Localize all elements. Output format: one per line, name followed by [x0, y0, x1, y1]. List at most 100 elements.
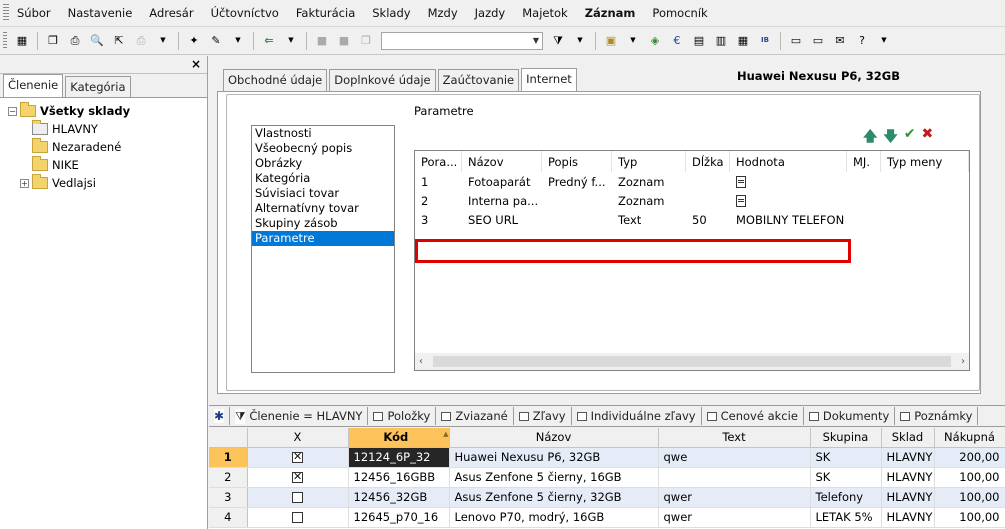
export-icon[interactable]: ⇱ [110, 32, 128, 50]
print-preview-icon[interactable]: 🔍 [88, 32, 106, 50]
col-unit[interactable]: MJ. [847, 151, 881, 172]
checkbox-icon[interactable] [292, 512, 303, 523]
cell-value[interactable] [730, 191, 847, 210]
scroll-left-icon[interactable]: ‹ [415, 356, 427, 367]
cell-skupina[interactable]: Telefony [810, 487, 882, 508]
menu-mzdy[interactable]: Mzdy [428, 6, 458, 20]
tab-polozky[interactable]: Položky [368, 407, 437, 425]
cell-text[interactable] [658, 467, 811, 488]
menu-pomocnik[interactable]: Pomocník [652, 6, 707, 20]
category-item[interactable]: Vlastnosti [252, 126, 394, 141]
col-sklad[interactable]: Sklad [881, 428, 935, 448]
col-nakupna[interactable]: Nákupná [934, 428, 1005, 448]
toolbar-grip[interactable] [3, 31, 7, 50]
row-checkbox[interactable] [247, 487, 349, 508]
tree-item-vedlajsi[interactable]: + Vedlajsi [8, 174, 207, 192]
menu-sklady[interactable]: Sklady [372, 6, 410, 20]
tab-kategoria[interactable]: Kategória [65, 76, 131, 97]
print-icon[interactable]: ⎙ [66, 32, 84, 50]
cell-sklad[interactable]: HLAVNY [881, 487, 935, 508]
category-item[interactable]: Kategória [252, 171, 394, 186]
document-icon[interactable] [736, 175, 746, 188]
iban-icon[interactable]: IB [756, 32, 774, 50]
dropdown-arrow-icon[interactable]: ▼ [229, 32, 247, 50]
scroll-right-icon[interactable]: › [957, 356, 969, 367]
menu-nastavenie[interactable]: Nastavenie [68, 6, 133, 20]
new-record-icon[interactable]: ✦ [185, 32, 203, 50]
delete-icon[interactable]: ✖ [922, 126, 934, 150]
row-number[interactable]: 4 [209, 507, 248, 528]
copy-icon[interactable]: ❐ [44, 32, 62, 50]
col-currency-type[interactable]: Typ meny [881, 151, 969, 172]
row-number[interactable]: 3 [209, 487, 248, 508]
cell-kod[interactable]: 12456_16GBB [348, 467, 450, 488]
money-icon[interactable]: ◈ [646, 32, 664, 50]
category-item[interactable]: Všeobecný popis [252, 141, 394, 156]
help-icon[interactable]: ? [853, 32, 871, 50]
dropdown-arrow-icon[interactable]: ▼ [282, 32, 300, 50]
row-checkbox[interactable] [247, 507, 349, 528]
tree-item-hlavny[interactable]: HLAVNY [8, 120, 207, 138]
tree-item-nike[interactable]: NIKE [8, 156, 207, 174]
category-item[interactable]: Skupiny zásob [252, 216, 394, 231]
cell-nazov[interactable]: Lenovo P70, modrý, 16GB [449, 507, 659, 528]
tab-cenove-akcie[interactable]: Cenové akcie [702, 407, 804, 425]
window-icon[interactable]: ▭ [809, 32, 827, 50]
confirm-icon[interactable]: ✔ [904, 126, 916, 150]
screen-icon[interactable]: ▭ [787, 32, 805, 50]
col-value[interactable]: Hodnota [730, 151, 847, 172]
tab-clenenie-filter[interactable]: ⧩ Členenie = HLAVNY [230, 407, 369, 425]
tab-dokumenty[interactable]: Dokumenty [804, 407, 896, 425]
tab-zauctovanie[interactable]: Zaúčtovanie [437, 69, 520, 91]
layout-icon[interactable]: ▦ [13, 32, 31, 50]
tab-zlavy[interactable]: Zľavy [514, 407, 572, 425]
toolbar-combo[interactable]: ▼ [381, 31, 543, 50]
cell-nakupna[interactable]: 100,00 [934, 487, 1005, 508]
cell-nazov[interactable]: Asus Zenfone 5 čierny, 16GB [449, 467, 659, 488]
cell-kod[interactable]: 12645_p70_16 [348, 507, 450, 528]
menubar-grip[interactable] [3, 4, 9, 22]
category-item-selected[interactable]: Parametre [252, 231, 394, 246]
scrollbar-thumb[interactable] [433, 356, 951, 367]
cash-register-icon[interactable]: ▣ [602, 32, 620, 50]
category-item[interactable]: Obrázky [252, 156, 394, 171]
dropdown-arrow-icon[interactable]: ▼ [624, 32, 642, 50]
edit-icon[interactable]: ✎ [207, 32, 225, 50]
tab-poznamky[interactable]: Poznámky [895, 407, 979, 425]
menu-majetok[interactable]: Majetok [522, 6, 567, 20]
cell-nakupna[interactable]: 100,00 [934, 467, 1005, 488]
col-desc[interactable]: Popis [542, 151, 612, 172]
close-icon[interactable]: × [191, 57, 201, 71]
filter-icon[interactable]: ⧩ [549, 32, 567, 50]
menu-adresar[interactable]: Adresár [149, 6, 193, 20]
table-row[interactable]: 1 12124_6P_32 Huawei Nexusu P6, 32GB qwe… [209, 447, 1005, 468]
back-arrow-icon[interactable]: ⇐ [260, 32, 278, 50]
cell-sklad[interactable]: HLAVNY [881, 447, 935, 468]
tab-clenenie[interactable]: Členenie [3, 74, 64, 97]
cell-text[interactable]: qwer [658, 487, 811, 508]
row-checkbox[interactable] [247, 447, 349, 468]
menu-subor[interactable]: Súbor [17, 6, 51, 20]
tab-individualne-zlavy[interactable]: Individuálne zľavy [572, 407, 702, 425]
col-skupina[interactable]: Skupina [810, 428, 882, 448]
parameter-row[interactable]: 2 Interna pa... Zoznam [415, 191, 969, 210]
row-number[interactable]: 2 [209, 467, 248, 488]
menu-jazdy[interactable]: Jazdy [475, 6, 506, 20]
menu-uctovnictvo[interactable]: Účtovníctvo [211, 6, 279, 20]
cell-sklad[interactable]: HLAVNY [881, 467, 935, 488]
menu-zaznam[interactable]: Záznam [585, 6, 636, 20]
cell-nazov[interactable]: Asus Zenfone 5 čierny, 32GB [449, 487, 659, 508]
calendar-icon[interactable]: ▤ [690, 32, 708, 50]
tree-root[interactable]: − Všetky sklady [8, 102, 207, 120]
message-icon[interactable]: ✉ [831, 32, 849, 50]
checkbox-checked-icon[interactable] [292, 450, 303, 463]
cell-kod[interactable]: 12456_32GB [348, 487, 450, 508]
cell-text[interactable]: qwe [658, 447, 811, 468]
col-order[interactable]: Pora... [415, 151, 462, 172]
horizontal-scrollbar[interactable]: ‹ › [415, 353, 969, 370]
table-row[interactable]: 3 12456_32GB Asus Zenfone 5 čierny, 32GB… [209, 487, 1005, 508]
checkbox-icon[interactable] [292, 492, 303, 503]
euro-icon[interactable]: € [668, 32, 686, 50]
parameter-row[interactable]: 1 Fotoaparát Predný f... Zoznam [415, 172, 969, 191]
tab-obchodne-udaje[interactable]: Obchodné údaje [223, 69, 328, 91]
